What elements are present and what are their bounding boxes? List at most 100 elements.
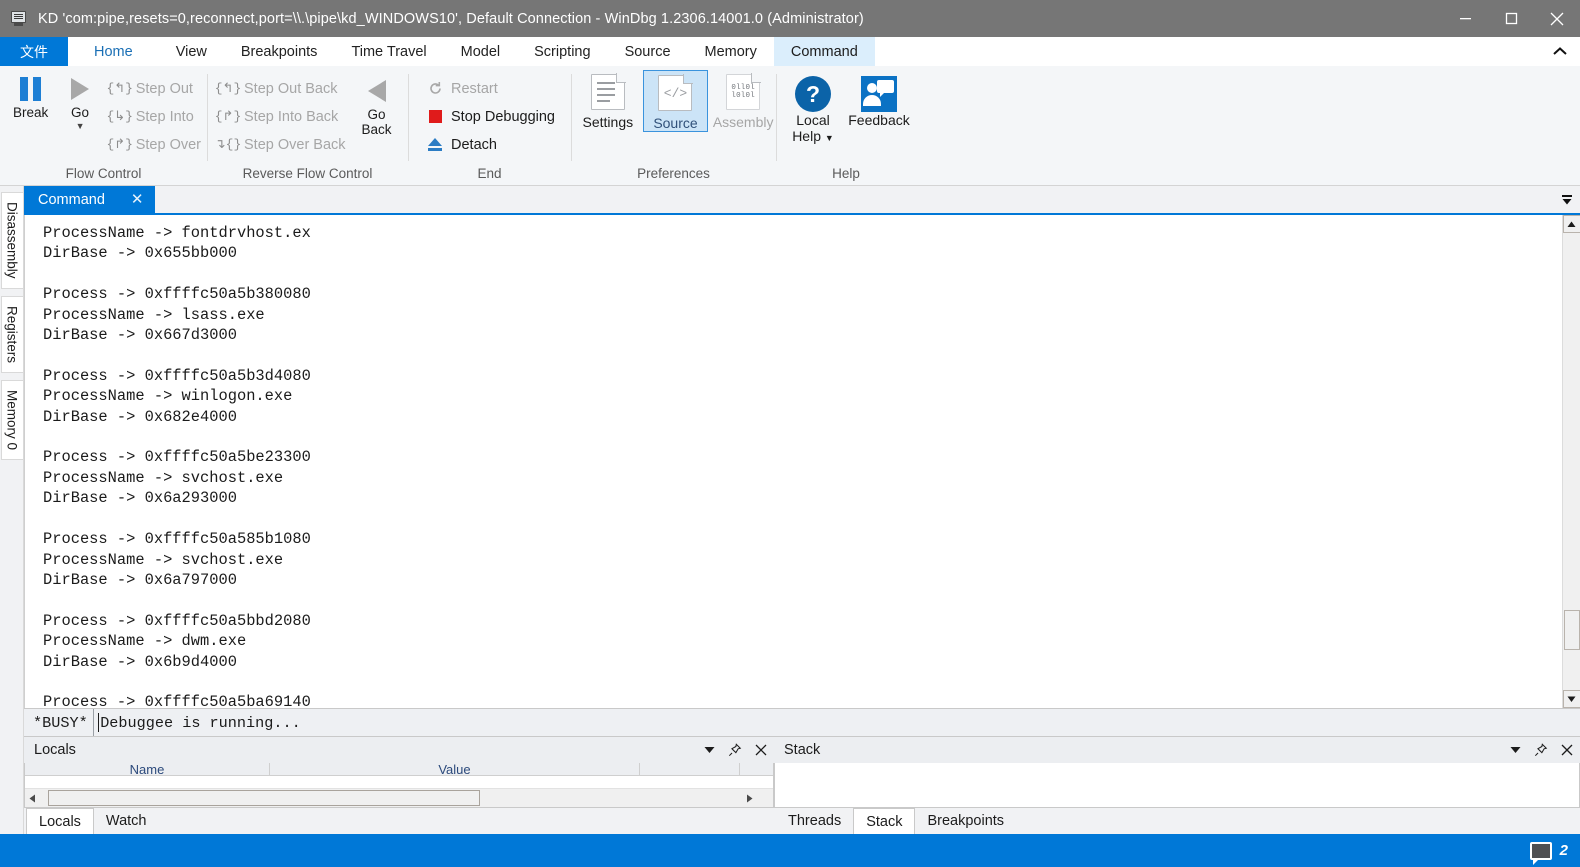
tab-breakpoints[interactable]: Breakpoints (224, 37, 335, 66)
step-over-button[interactable]: {↱} Step Over (105, 131, 207, 158)
tab-scripting[interactable]: Scripting (517, 37, 607, 66)
status-bar: 2 (0, 834, 1580, 867)
minimize-button[interactable] (1442, 0, 1488, 37)
step-out-button[interactable]: {↰} Step Out (105, 75, 207, 102)
close-icon[interactable] (748, 737, 774, 763)
ribbon-group-end: Restart Stop Debugging Detach End (408, 66, 571, 185)
source-code-icon: </> (658, 74, 694, 111)
column-header-name[interactable]: Name (25, 763, 270, 775)
chevron-down-icon[interactable]: ▼ (825, 133, 834, 143)
scroll-up-arrow-icon[interactable] (1562, 215, 1580, 233)
settings-icon (590, 73, 626, 110)
tab-threads[interactable]: Threads (776, 808, 853, 834)
tab-home[interactable]: Home (68, 37, 159, 66)
stack-panel-title: Stack (784, 742, 821, 758)
speech-bubble-icon[interactable] (1529, 841, 1552, 865)
assembly-view-button[interactable]: 0ll0l l0l0l Assembly (710, 70, 776, 130)
command-output[interactable]: ProcessName -> fontdrvhost.ex DirBase ->… (24, 215, 1562, 708)
play-icon (67, 76, 93, 102)
chevron-down-icon[interactable] (1502, 737, 1528, 763)
pause-icon (18, 76, 44, 102)
go-button[interactable]: Go ▼ (55, 72, 104, 131)
locals-grid[interactable]: Name Value (24, 763, 774, 808)
maximize-button[interactable] (1488, 0, 1534, 37)
locals-panel-title: Locals (34, 742, 76, 758)
tab-source[interactable]: Source (608, 37, 688, 66)
close-icon[interactable]: ✕ (131, 192, 144, 207)
column-header-extra[interactable] (640, 763, 740, 775)
break-button[interactable]: Break (6, 72, 55, 120)
column-header-value[interactable]: Value (270, 763, 640, 775)
scroll-track[interactable] (1562, 233, 1580, 690)
close-button[interactable] (1534, 0, 1580, 37)
command-input[interactable]: Debuggee is running... (94, 709, 1580, 736)
step-over-icon: {↱} (106, 137, 133, 152)
chevron-down-icon[interactable] (696, 737, 722, 763)
step-into-button[interactable]: {↳} Step Into (105, 103, 207, 130)
chevron-up-icon[interactable] (1540, 37, 1580, 66)
step-out-back-button[interactable]: {↰} Step Out Back (213, 75, 352, 102)
tab-command-label: Command (38, 191, 105, 208)
sidebar-item-disassembly[interactable]: Disassembly (0, 192, 23, 289)
step-out-back-icon: {↰} (214, 81, 242, 96)
group-label-help: Help (832, 166, 860, 181)
scroll-right-arrow-icon[interactable] (742, 789, 757, 808)
settings-button[interactable]: Settings (575, 70, 641, 130)
sidebar-item-memory-0[interactable]: Memory 0 (0, 379, 23, 460)
scroll-track-horizontal[interactable] (40, 789, 742, 808)
tab-list-icon[interactable] (1554, 186, 1580, 213)
ribbon-group-preferences: Settings </> Source 0ll0l l0l0l Assembly… (571, 66, 776, 185)
local-help-button[interactable]: ? Local Help ▼ (782, 72, 844, 146)
question-mark-icon: ? (795, 76, 831, 112)
sidebar-item-registers[interactable]: Registers (0, 295, 23, 373)
pin-icon[interactable] (1528, 737, 1554, 763)
feedback-button[interactable]: Feedback (848, 72, 910, 128)
step-buttons-group: {↰} Step Out {↳} Step Into {↱} Step Over (105, 72, 207, 158)
tab-breakpoints[interactable]: Breakpoints (915, 808, 1016, 834)
scroll-left-arrow-icon[interactable] (25, 789, 40, 808)
restart-icon (424, 79, 446, 99)
command-output-scrollbar[interactable] (1562, 215, 1580, 708)
step-out-icon: {↰} (106, 81, 133, 96)
step-into-back-button[interactable]: {↱} Step Into Back (213, 103, 352, 130)
scroll-thumb[interactable] (1563, 610, 1580, 650)
stop-icon (424, 107, 446, 127)
ribbon: Break Go ▼ {↰} Step Out {↳} Step Into {↱… (0, 66, 1580, 186)
close-icon[interactable] (1554, 737, 1580, 763)
tab-model[interactable]: Model (444, 37, 518, 66)
tab-stack[interactable]: Stack (853, 808, 916, 834)
stack-panel-header: Stack (774, 736, 1580, 763)
ribbon-group-reverse-flow-control: {↰} Step Out Back {↱} Step Into Back ↴{}… (207, 66, 408, 185)
scroll-thumb-horizontal[interactable] (48, 789, 480, 806)
locals-grid-header: Name Value (25, 763, 773, 776)
pin-icon[interactable] (722, 737, 748, 763)
tab-watch[interactable]: Watch (94, 808, 159, 834)
tab-command[interactable]: Command (773, 37, 875, 66)
tab-time-travel[interactable]: Time Travel (334, 37, 443, 66)
detach-button[interactable]: Detach (420, 131, 561, 158)
windbg-window: KD 'com:pipe,resets=0,reconnect,port=\\.… (0, 0, 1580, 867)
tab-command-window[interactable]: Command ✕ (24, 186, 156, 213)
stop-debugging-button[interactable]: Stop Debugging (420, 103, 561, 130)
locals-horizontal-scrollbar[interactable] (25, 788, 773, 807)
scroll-down-arrow-icon[interactable] (1562, 690, 1580, 708)
step-over-back-button[interactable]: ↴{} Step Over Back (213, 131, 352, 158)
restart-button[interactable]: Restart (420, 75, 561, 102)
play-back-icon (364, 78, 390, 104)
step-into-back-icon: {↱} (214, 109, 242, 124)
tab-file[interactable]: 文件 (0, 37, 68, 66)
left-tool-tabs: Disassembly Registers Memory 0 (0, 186, 24, 834)
assembly-icon: 0ll0l l0l0l (726, 73, 762, 110)
chevron-down-icon[interactable]: ▼ (76, 122, 85, 131)
go-back-button[interactable]: Go Back (352, 72, 402, 137)
tab-memory[interactable]: Memory (688, 37, 774, 66)
locals-panel-header: Locals (24, 736, 774, 763)
tab-view[interactable]: View (159, 37, 224, 66)
window-title: KD 'com:pipe,resets=0,reconnect,port=\\.… (38, 10, 864, 27)
group-label-reverse-flow-control: Reverse Flow Control (242, 166, 373, 181)
source-view-button[interactable]: </> Source (642, 70, 709, 132)
tab-locals[interactable]: Locals (26, 808, 94, 834)
text-caret (97, 713, 100, 732)
title-bar: KD 'com:pipe,resets=0,reconnect,port=\\.… (0, 0, 1580, 37)
stack-list[interactable] (774, 763, 1580, 808)
